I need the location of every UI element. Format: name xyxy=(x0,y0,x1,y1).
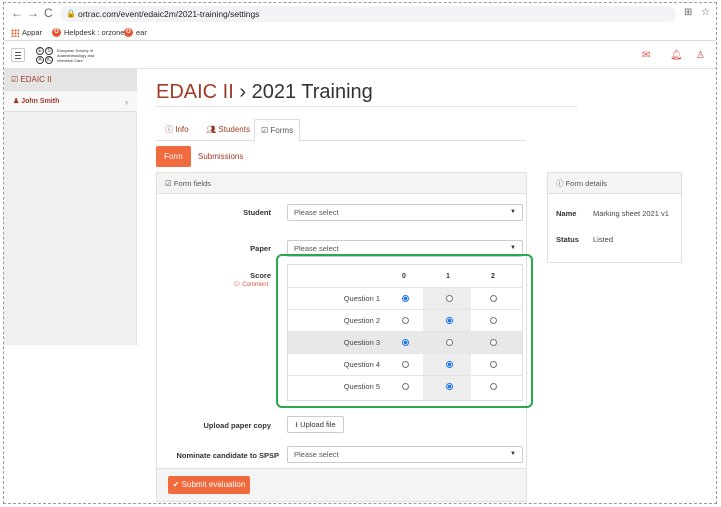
user-icon[interactable]: ♙ xyxy=(696,50,705,61)
subtab-submissions[interactable]: Submissions xyxy=(198,146,243,167)
check-icon: ✔ xyxy=(172,480,180,489)
menu-toggle-button[interactable] xyxy=(11,48,25,62)
breadcrumb-current: 2021 Training xyxy=(251,81,373,103)
address-bar[interactable]: 🔒 ortrac.com/event/edaic2m/2021-training… xyxy=(60,6,676,22)
mail-icon[interactable]: ✉ xyxy=(642,50,650,61)
bookmark-label: Helpdesk : orzone xyxy=(64,28,125,37)
tab-info[interactable]: ⓘ Info xyxy=(159,119,195,141)
status-value: Listed xyxy=(593,235,614,244)
users-icon: 👥︎ xyxy=(206,125,217,134)
bell-icon[interactable]: 🔔︎ xyxy=(670,50,683,61)
edit-icon: ☑ xyxy=(11,75,19,84)
bookmark-label: Appar xyxy=(22,28,43,37)
sidebar-item-john-smith[interactable]: ♟ John Smith › xyxy=(4,90,137,112)
sidebar-item-label: John Smith xyxy=(21,98,60,105)
hamburger-icon xyxy=(15,52,21,53)
title-divider xyxy=(156,106,578,107)
chevron-right-icon: › xyxy=(125,97,128,107)
upload-file-button[interactable]: ⭳ Upload file xyxy=(287,416,344,433)
ear-favicon-icon: O xyxy=(124,28,133,37)
status-label: Status xyxy=(556,235,579,244)
select-value: Please select xyxy=(294,244,339,253)
form-details-panel: ⓘ Form details Name Marking sheet 2021 v… xyxy=(547,172,682,263)
app-header: E S A IC European Society of Anaesthesio… xyxy=(4,42,716,69)
student-select[interactable]: Please select ▼ xyxy=(287,204,523,221)
submit-evaluation-button[interactable]: ✔ Submit evaluation xyxy=(168,476,250,494)
bookmark-star-icon[interactable]: ☆ xyxy=(701,7,710,18)
logo-mark: E S A IC xyxy=(36,47,53,64)
select-value: Please select xyxy=(294,450,339,459)
highlight-annotation-box xyxy=(276,254,533,408)
page-title: EDAIC II › 2021 Training xyxy=(156,79,373,105)
sidebar: ☑ EDAIC II ♟ John Smith › xyxy=(4,69,137,345)
address-text: ortrac.com/event/edaic2m/2021-training/s… xyxy=(78,9,260,19)
tab-students[interactable]: 👥︎ Students xyxy=(200,119,256,141)
bookmark-helpdesk[interactable]: O Helpdesk : orzone xyxy=(52,27,124,38)
subtab-form[interactable]: Form xyxy=(156,146,191,167)
breadcrumb-link[interactable]: EDAIC II xyxy=(156,81,234,103)
logo-text: European Society of Anaesthesiology and … xyxy=(57,48,95,63)
comment-link[interactable]: 💬︎ Comment xyxy=(233,281,268,288)
caret-down-icon: ▼ xyxy=(510,451,516,457)
hamburger-icon xyxy=(15,55,21,56)
panel-heading: ☑ Form fields xyxy=(157,173,526,194)
tab-label: Info xyxy=(175,125,189,134)
paper-label: Paper xyxy=(250,244,271,253)
nominate-label: Nominate candidate to SPSP xyxy=(176,451,279,460)
breadcrumb-separator: › xyxy=(233,81,252,103)
logo-letter: IC xyxy=(45,56,53,64)
browser-toolbar: ← → C 🔒 ortrac.com/event/edaic2m/2021-tr… xyxy=(4,3,716,25)
panel-heading-text: Form details xyxy=(565,179,607,188)
forward-icon[interactable]: → xyxy=(27,6,39,20)
upload-label: Upload paper copy xyxy=(203,421,271,430)
lock-icon: 🔒 xyxy=(66,9,76,18)
caret-down-icon: ▼ xyxy=(510,209,516,215)
logo-letter: S xyxy=(45,47,53,55)
reload-icon[interactable]: C xyxy=(44,6,53,20)
bookmark-apps[interactable]: Appar xyxy=(11,27,42,38)
edit-icon: ☑ xyxy=(261,126,269,135)
apps-grid-icon xyxy=(11,28,19,37)
name-label: Name xyxy=(556,209,577,218)
sidebar-item-label: EDAIC II xyxy=(20,75,52,84)
select-value: Please select xyxy=(294,208,339,217)
helpdesk-favicon-icon: O xyxy=(52,28,61,37)
esaic-logo[interactable]: E S A IC European Society of Anaesthesio… xyxy=(36,47,97,64)
student-label: Student xyxy=(243,208,271,217)
panel-heading-text: Form fields xyxy=(173,179,211,188)
back-icon[interactable]: ← xyxy=(11,6,23,20)
comment-text: Comment xyxy=(242,282,269,288)
logo-letter: E xyxy=(36,47,44,55)
sidebar-item-edaic[interactable]: ☑ EDAIC II xyxy=(4,69,137,90)
upload-icon: ⭳ xyxy=(295,420,299,429)
tab-bar: ⓘ Info 👥︎ Students ☑ Forms xyxy=(156,119,526,142)
tab-label: Students xyxy=(218,125,250,134)
bookmark-ear[interactable]: O ear xyxy=(124,27,147,38)
screenshot-frame: ← → C 🔒 ortrac.com/event/edaic2m/2021-tr… xyxy=(3,2,717,504)
panel-heading: ⓘ Form details xyxy=(548,173,681,194)
hamburger-icon xyxy=(15,58,21,59)
edit-icon: ☑ xyxy=(165,179,172,188)
score-label: Score xyxy=(250,271,271,280)
button-label: Upload file xyxy=(300,420,336,429)
tab-label: Forms xyxy=(270,126,294,135)
nominate-select[interactable]: Please select ▼ xyxy=(287,446,523,463)
logo-letter: A xyxy=(36,56,44,64)
bookmark-label: ear xyxy=(136,28,147,37)
info-icon: ⓘ xyxy=(556,179,564,188)
translate-icon[interactable]: ⊞ xyxy=(684,7,692,18)
info-icon: ⓘ xyxy=(165,125,173,134)
name-value: Marking sheet 2021 v1 xyxy=(593,209,669,218)
bookmarks-bar: Appar O Helpdesk : orzone O ear xyxy=(4,25,716,41)
comment-icon: 💬︎ xyxy=(233,282,241,288)
user-icon: ♟ xyxy=(13,98,20,105)
button-label: Submit evaluation xyxy=(181,480,246,489)
tab-forms[interactable]: ☑ Forms xyxy=(254,119,301,142)
